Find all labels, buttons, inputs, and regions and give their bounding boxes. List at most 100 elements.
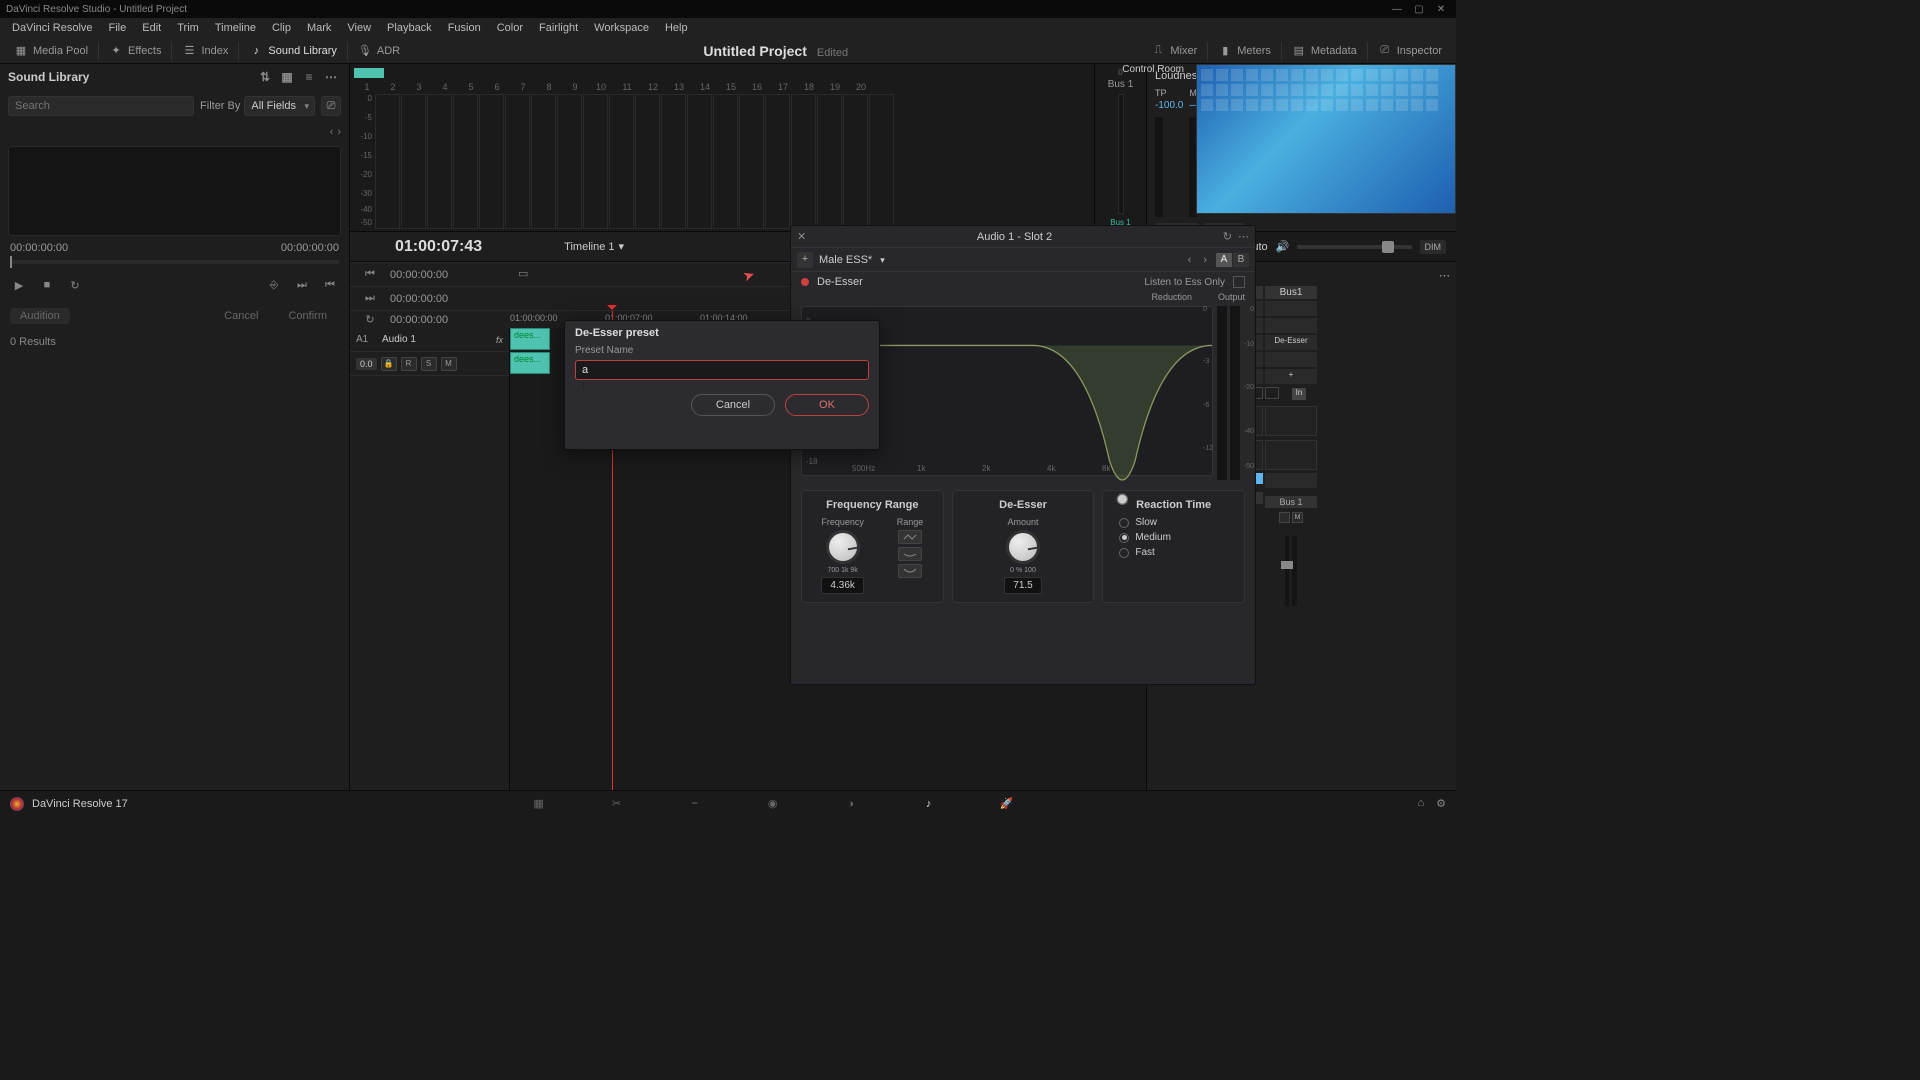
- settings-button[interactable]: ⚙: [1436, 797, 1446, 810]
- ch-mute[interactable]: M: [1292, 512, 1303, 523]
- menu-mark[interactable]: Mark: [299, 22, 339, 34]
- frequency-knob[interactable]: [826, 530, 860, 564]
- dim-button[interactable]: DIM: [1420, 240, 1447, 254]
- deliver-page[interactable]: 🚀: [998, 795, 1016, 813]
- menu-playback[interactable]: Playback: [379, 22, 440, 34]
- ch-solo[interactable]: [1279, 512, 1290, 523]
- grid-view-button[interactable]: ▦: [277, 67, 297, 87]
- go-end-button[interactable]: ⏭: [350, 292, 390, 305]
- preset-next[interactable]: ›: [1200, 254, 1210, 266]
- eq-graph[interactable]: [1265, 440, 1317, 470]
- preset-add[interactable]: +: [797, 252, 813, 268]
- plugin-close[interactable]: ✕: [797, 230, 806, 243]
- dialog-ok[interactable]: OK: [785, 394, 869, 416]
- track-volume[interactable]: 0.0: [356, 358, 377, 370]
- filter-button[interactable]: ⎚: [321, 96, 341, 116]
- compare-b[interactable]: B: [1233, 253, 1249, 267]
- sound-library-tab[interactable]: ♪Sound Library: [241, 38, 345, 63]
- menu-file[interactable]: File: [101, 22, 135, 34]
- menu-trim[interactable]: Trim: [169, 22, 207, 34]
- stop-button[interactable]: ■: [38, 276, 56, 294]
- viewer-thumbnail[interactable]: [1196, 64, 1456, 214]
- preset-prev[interactable]: ‹: [1185, 254, 1195, 266]
- amount-value[interactable]: 71.5: [1004, 577, 1041, 594]
- edit-page[interactable]: ⎯: [686, 795, 704, 813]
- preset-select[interactable]: Male ESS*: [819, 254, 1179, 266]
- metadata-tab[interactable]: ▤Metadata: [1284, 38, 1365, 63]
- list-view-button[interactable]: ≡: [299, 67, 319, 87]
- channel-fader[interactable]: [1285, 536, 1289, 606]
- fx-indicator[interactable]: fx: [496, 335, 503, 345]
- effect-slot-1[interactable]: De-Esser: [1265, 335, 1317, 350]
- menu-clip[interactable]: Clip: [264, 22, 299, 34]
- range-medium[interactable]: [898, 547, 922, 561]
- range-narrow[interactable]: [898, 530, 922, 544]
- frequency-value[interactable]: 4.36k: [821, 577, 863, 594]
- skip-fwd-button[interactable]: ⏭: [293, 276, 311, 294]
- fusion-page[interactable]: ◉: [764, 795, 782, 813]
- track-name[interactable]: Audio 1: [382, 334, 490, 345]
- plugin-options[interactable]: ⋯: [1238, 230, 1249, 243]
- menu-fusion[interactable]: Fusion: [440, 22, 489, 34]
- effect-add[interactable]: +: [1265, 369, 1317, 384]
- mute-button[interactable]: M: [441, 357, 457, 371]
- play-button[interactable]: ▶: [10, 276, 28, 294]
- filter-select[interactable]: All Fields: [244, 96, 315, 116]
- reaction-fast[interactable]: Fast: [1109, 547, 1238, 558]
- confirm-button[interactable]: Confirm: [276, 308, 339, 324]
- preview-scrubber[interactable]: [10, 260, 339, 264]
- timeline-selector[interactable]: Timeline 1 ▾: [564, 240, 624, 253]
- loop-button[interactable]: ↻: [66, 276, 84, 294]
- monitor-volume[interactable]: [1297, 245, 1411, 249]
- plugin-refresh[interactable]: ↻: [1223, 230, 1232, 243]
- reaction-medium[interactable]: Medium: [1109, 532, 1238, 543]
- speaker-icon[interactable]: 🔊: [1276, 240, 1290, 253]
- menu-edit[interactable]: Edit: [134, 22, 169, 34]
- media-page[interactable]: ▦: [530, 795, 548, 813]
- menu-fairlight[interactable]: Fairlight: [531, 22, 586, 34]
- preset-name-input[interactable]: [575, 360, 869, 380]
- audio-clip[interactable]: dees...: [510, 352, 550, 374]
- meters-tab[interactable]: ▮Meters: [1210, 38, 1279, 63]
- menu-view[interactable]: View: [339, 22, 379, 34]
- solo-button[interactable]: S: [421, 357, 437, 371]
- layout-icon[interactable]: ▭: [518, 267, 528, 280]
- insert-button[interactable]: ⎆: [265, 276, 283, 294]
- effects-tab[interactable]: ✦Effects: [101, 38, 169, 63]
- menu-help[interactable]: Help: [657, 22, 696, 34]
- menu-timeline[interactable]: Timeline: [207, 22, 264, 34]
- menu-color[interactable]: Color: [489, 22, 531, 34]
- loop-toggle[interactable]: ↻: [350, 313, 390, 326]
- home-button[interactable]: ⌂: [1417, 797, 1424, 810]
- maximize-button[interactable]: ▢: [1410, 2, 1428, 16]
- menu-resolve[interactable]: DaVinci Resolve: [4, 22, 101, 34]
- skip-back-button[interactable]: ⏮: [321, 276, 339, 294]
- range-wide[interactable]: [898, 564, 922, 578]
- dynamics-graph[interactable]: [1265, 406, 1317, 436]
- bypass-indicator[interactable]: [801, 278, 809, 286]
- color-page[interactable]: ◑: [842, 795, 860, 813]
- lock-button[interactable]: 🔒: [381, 357, 397, 371]
- compare-a[interactable]: A: [1216, 253, 1232, 267]
- go-start-button[interactable]: ⏮: [350, 268, 390, 281]
- sort-button[interactable]: ⇅: [255, 67, 275, 87]
- minimize-button[interactable]: —: [1388, 2, 1406, 16]
- fairlight-page[interactable]: ♪: [920, 795, 938, 813]
- audio-clip[interactable]: dees...: [510, 328, 550, 350]
- menu-workspace[interactable]: Workspace: [586, 22, 657, 34]
- mixer-tab[interactable]: ⎍Mixer: [1143, 38, 1205, 63]
- effects-in-pre[interactable]: [1265, 387, 1279, 399]
- inspector-tab[interactable]: ⎚Inspector: [1370, 38, 1450, 63]
- listen-checkbox[interactable]: [1233, 276, 1245, 288]
- audition-button[interactable]: Audition: [10, 308, 70, 324]
- dialog-cancel[interactable]: Cancel: [691, 394, 775, 416]
- adr-tab[interactable]: 🎙ADR: [350, 38, 408, 63]
- next-arrow[interactable]: ›: [337, 126, 341, 138]
- prev-arrow[interactable]: ‹: [330, 126, 334, 138]
- mixer-options[interactable]: ⋯: [1439, 269, 1450, 282]
- amount-knob[interactable]: [1006, 530, 1040, 564]
- arm-button[interactable]: R: [401, 357, 417, 371]
- close-button[interactable]: ✕: [1432, 2, 1450, 16]
- options-button[interactable]: ⋯: [321, 67, 341, 87]
- effects-in-post[interactable]: In: [1292, 388, 1306, 400]
